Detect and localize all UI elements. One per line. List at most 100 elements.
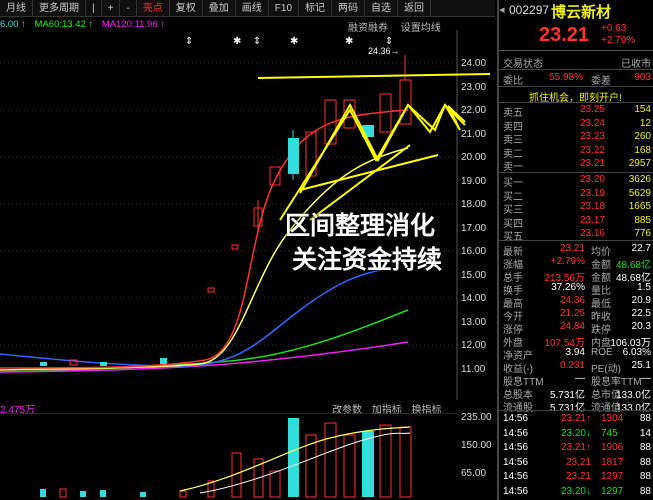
stat-value2: 20.3 xyxy=(631,321,651,332)
change-percent: +2.79% xyxy=(601,35,636,46)
price-tick: 20.00 xyxy=(461,152,487,163)
price-tick: 22.00 xyxy=(461,105,487,116)
overlay-button[interactable]: 叠加 xyxy=(203,0,236,17)
event-marker[interactable]: ⇕ xyxy=(185,36,193,47)
stock-code: 002297 xyxy=(509,3,550,17)
ask-volume: 168 xyxy=(634,144,651,156)
stat-row: 净资产 3.94 ROE 6.03% xyxy=(503,347,653,362)
price-tick: 19.00 xyxy=(461,176,487,187)
order-ratio-row: 委比 55.98% 委差 903 xyxy=(503,72,653,87)
ma-legend: 6.00 ↑ MA60:13.42 ↑ MA120:11.96 ↑ xyxy=(0,19,171,30)
price-tick: 24.00 xyxy=(461,58,487,69)
bid-volume: 885 xyxy=(634,214,651,226)
stat-row: 外盘 107.54万 内盘 106.03万 xyxy=(503,334,653,349)
period-month-button[interactable]: 月线 xyxy=(0,0,33,17)
stat-value2: 20.9 xyxy=(631,295,651,306)
status-label: 交易状态 xyxy=(503,59,543,70)
tick-time: 14:56 xyxy=(503,456,529,468)
stat-row: 涨幅 +2.79% 金额 48.68亿 xyxy=(503,256,653,271)
tick-count: 14 xyxy=(639,427,651,439)
tick-volume: 1297 xyxy=(601,485,624,497)
status-value: 已收市 xyxy=(621,59,651,70)
stat-row: 今开 21.25 昨收 22.5 xyxy=(503,308,653,323)
tick-time: 14:56 xyxy=(503,413,529,424)
stat-value: 21.25 xyxy=(559,308,585,319)
high-price-label: 24.36→ xyxy=(368,46,400,56)
stat-row: 总手 213.56万 金额 48.68亿 xyxy=(503,269,653,284)
tick-time: 14:56 xyxy=(503,485,529,497)
tick-volume: 1817 xyxy=(601,456,624,468)
ask-volume: 154 xyxy=(634,104,651,115)
ma-blue-line xyxy=(0,269,381,367)
tick-time: 14:56 xyxy=(503,442,529,453)
volume-tick: 65.00 xyxy=(461,468,487,479)
price-tick: 23.00 xyxy=(461,82,487,93)
tick-price: 23.21 xyxy=(565,456,591,468)
stat-row: 总股本 5.731亿 总市值 133.0亿 xyxy=(503,386,653,401)
draw-line-button[interactable]: 画线 xyxy=(236,0,269,17)
event-marker[interactable]: ⇕ xyxy=(253,36,261,47)
tick-count: 88 xyxy=(639,442,651,453)
event-marker[interactable]: ✱ xyxy=(345,36,353,47)
bid-volume: 1665 xyxy=(628,201,651,212)
nav-left-icon[interactable]: ◂ xyxy=(499,3,505,16)
ask-price: 23.21 xyxy=(579,158,605,169)
price-tick: 14.00 xyxy=(461,293,487,304)
stat-value2: 22.5 xyxy=(631,308,651,319)
kline-chart-area[interactable]: 月线 更多周期 | + - 亮点 复权 叠加 画线 F10 标记 两码 自选 返… xyxy=(0,0,495,500)
price-tick: 12.00 xyxy=(461,340,487,351)
stat-row: 股息TTM — 股息率TTM — xyxy=(503,373,653,388)
zoom-out-button[interactable]: - xyxy=(120,0,137,17)
ask-price: 23.25 xyxy=(579,104,605,115)
ask-row: 卖二 23.22 168 xyxy=(503,144,653,160)
stat-value2: 22.7 xyxy=(631,243,651,254)
bid-price: 23.18 xyxy=(579,201,605,212)
ma60-label: MA60:13.42 ↑ xyxy=(34,19,94,30)
tick-time: 14:56 xyxy=(503,427,529,439)
highlight-button[interactable]: 亮点 xyxy=(137,0,170,17)
stat-label: 流通股 xyxy=(503,403,533,414)
ratio-value: 55.98% xyxy=(549,72,583,83)
stock-header: ◂ 002297 博云新材 23.21 +0.63 +2.79% xyxy=(499,0,653,51)
ask-row: 卖五 23.25 154 xyxy=(503,104,653,119)
adjust-button[interactable]: 复权 xyxy=(170,0,203,17)
price-tick: 18.00 xyxy=(461,199,487,210)
volume-bars xyxy=(40,418,412,498)
tick-row: 14:56 23.21 1297 88 xyxy=(503,471,653,485)
price-tick: 16.00 xyxy=(461,246,487,257)
bid-price: 23.17 xyxy=(579,214,605,226)
two-code-button[interactable]: 两码 xyxy=(332,0,366,17)
bid-volume: 5629 xyxy=(628,187,651,199)
mark-button[interactable]: 标记 xyxy=(299,0,333,17)
bid-row: 买三 23.18 1665 xyxy=(503,201,653,216)
ask-volume: 260 xyxy=(634,131,651,142)
tick-row: 14:56 23.21↑ 1304 88 xyxy=(503,413,653,427)
stock-name: 博云新材 xyxy=(551,4,612,21)
zoom-in-button[interactable]: + xyxy=(102,0,121,17)
bid-volume: 776 xyxy=(634,228,651,239)
f10-button[interactable]: F10 xyxy=(269,0,300,17)
stat-value: 5.731亿 xyxy=(549,403,585,414)
tick-price: 23.21↑ xyxy=(560,442,591,453)
ma-prefix: 6.00 ↑ xyxy=(0,19,26,30)
tick-count: 88 xyxy=(639,456,651,468)
tick-count: 88 xyxy=(639,485,651,497)
watchlist-button[interactable]: 自选 xyxy=(365,0,399,17)
event-marker[interactable]: ✱ xyxy=(233,36,241,47)
tick-price: 23.20↓ xyxy=(560,485,591,497)
price-axis: 24.00 23.00 22.00 21.00 20.00 19.00 18.0… xyxy=(457,0,495,500)
more-periods-button[interactable]: 更多周期 xyxy=(33,0,86,17)
stat-value2: — xyxy=(641,373,651,384)
ask-volume: 2957 xyxy=(628,158,651,169)
bid-price: 23.19 xyxy=(579,187,605,199)
bid-price: 23.20 xyxy=(579,174,605,185)
tick-row: 14:56 23.20↓ 1297 88 xyxy=(503,486,653,500)
tick-row: 14:56 23.21↑ 1906 88 xyxy=(503,442,653,456)
ask-price: 23.24 xyxy=(579,117,605,129)
event-marker[interactable]: ✱ xyxy=(290,36,298,47)
back-button[interactable]: 返回 xyxy=(398,0,432,17)
diff-label: 委差 xyxy=(591,76,611,87)
annotation-line1: 区间整理消化 xyxy=(285,211,436,240)
ask-price: 23.23 xyxy=(579,131,605,142)
bid-volume: 3626 xyxy=(628,174,651,185)
